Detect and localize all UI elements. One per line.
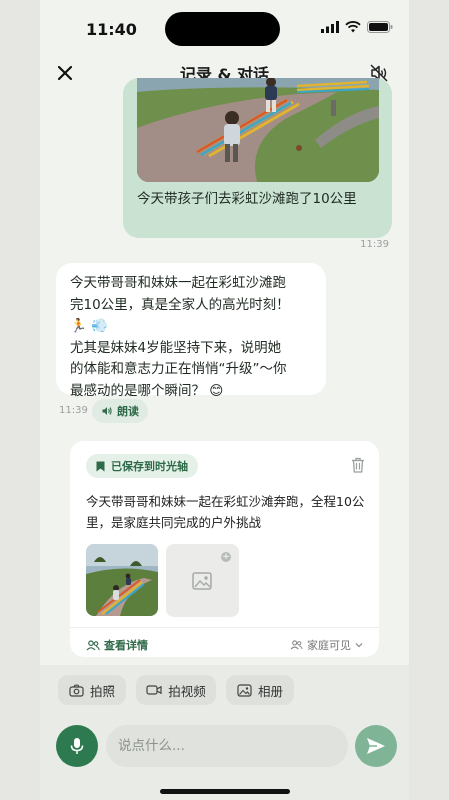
send-icon <box>367 738 385 754</box>
assistant-message-line: 尤其是妹妹4岁能坚持下来，说明她 <box>70 339 282 356</box>
assistant-message-line: 🏃 💨 <box>70 318 108 334</box>
user-message-time: 11:39 <box>360 239 389 250</box>
view-details-label: 查看详情 <box>104 639 148 652</box>
people-icon <box>86 639 100 650</box>
status-time: 11:40 <box>86 20 137 39</box>
assistant-message-time: 11:39 <box>59 405 88 416</box>
camera-icon <box>69 684 84 697</box>
read-aloud-label: 朗读 <box>117 405 139 418</box>
visibility-label: 家庭可见 <box>307 639 351 652</box>
microphone-icon <box>70 738 84 754</box>
view-details-link[interactable]: 查看详情 <box>86 637 148 653</box>
assistant-message-line: 完10公里，真是全家人的高光时刻！ <box>70 296 290 313</box>
timeline-card-text: 今天带哥哥和妹妹一起在彩虹沙滩奔跑，全程10公里，是家庭共同完成的户外挑战 <box>86 494 365 530</box>
chevron-down-icon <box>355 643 363 648</box>
take-photo-label: 拍照 <box>89 683 115 699</box>
bookmark-icon <box>96 461 105 471</box>
card-divider <box>70 627 379 628</box>
timeline-card: 已保存到时光轴 今天带哥哥和妹妹一起在彩虹沙滩奔跑，全程10公里，是家庭共同完成… <box>70 441 379 657</box>
trash-icon[interactable] <box>351 457 365 473</box>
composer-panel: 拍照 拍视频 相册 <box>40 665 409 800</box>
saved-badge: 已保存到时光轴 <box>86 454 198 478</box>
voice-input-button[interactable] <box>56 725 98 767</box>
close-icon[interactable] <box>56 64 74 82</box>
assistant-message-line: 今天带哥哥和妹妹一起在彩虹沙滩跑 <box>70 275 286 291</box>
signal-icon <box>321 21 339 33</box>
status-icons <box>321 21 393 33</box>
speaker-icon <box>102 407 112 415</box>
album-label: 相册 <box>257 683 283 699</box>
user-message-photo[interactable] <box>137 78 379 182</box>
plus-icon: + <box>221 552 231 562</box>
people-icon <box>290 640 303 650</box>
read-aloud-button[interactable]: 朗读 <box>92 399 148 423</box>
add-photo-button[interactable]: + <box>166 544 239 617</box>
saved-badge-label: 已保存到时光轴 <box>111 460 188 473</box>
image-add-icon <box>191 571 212 590</box>
send-button[interactable] <box>355 725 397 767</box>
user-message-text: 今天带孩子们去彩虹沙滩跑了10公里 <box>137 191 357 207</box>
user-message-bubble: 今天带孩子们去彩虹沙滩跑了10公里 <box>123 78 392 238</box>
home-indicator <box>160 789 290 794</box>
message-input[interactable] <box>106 725 348 767</box>
assistant-message-bubble: 今天带哥哥和妹妹一起在彩虹沙滩跑 完10公里，真是全家人的高光时刻！ 🏃 💨 尤… <box>56 263 326 399</box>
image-icon <box>237 683 252 697</box>
album-button[interactable]: 相册 <box>226 675 294 705</box>
take-photo-button[interactable]: 拍照 <box>58 675 126 705</box>
dynamic-island <box>165 12 280 46</box>
assistant-message-line: 的体能和意志力正在悄悄“升级”～你 <box>70 361 287 377</box>
take-video-button[interactable]: 拍视频 <box>136 675 216 705</box>
video-camera-icon <box>146 685 162 695</box>
battery-icon <box>367 21 393 33</box>
wifi-icon <box>345 21 361 33</box>
timeline-photo-thumbnail[interactable] <box>86 544 158 616</box>
visibility-selector[interactable]: 家庭可见 <box>290 637 363 653</box>
take-video-label: 拍视频 <box>168 683 206 699</box>
phone-screen: 11:40 记录 & 对话 今天带孩子们去彩虹沙滩跑了10公里 11:39 今天… <box>40 0 409 800</box>
status-bar: 11:40 <box>40 0 409 56</box>
